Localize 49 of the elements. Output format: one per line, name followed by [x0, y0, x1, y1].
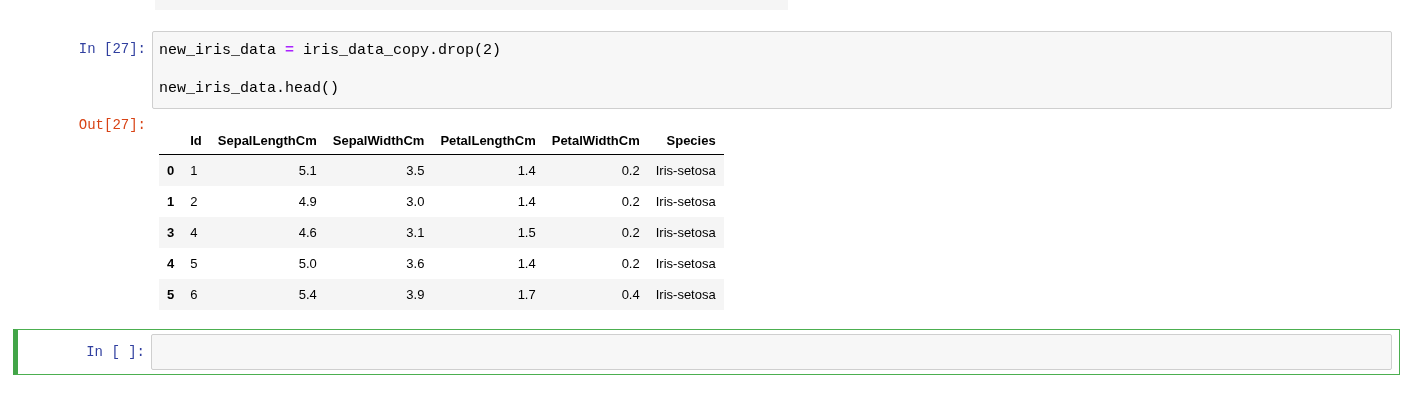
table-cell: 4.9: [209, 186, 325, 217]
table-cell: Iris-setosa: [647, 154, 724, 186]
table-cell: 0.2: [543, 154, 648, 186]
column-header: Species: [647, 127, 724, 155]
code-editor[interactable]: new_iris_data = iris_data_copy.drop(2) new_iris_data.head(): [152, 31, 1392, 109]
table-cell: 1.5: [432, 217, 544, 248]
table-cell: 0.2: [543, 217, 648, 248]
table-cell: 2: [182, 186, 210, 217]
table-cell: 1.4: [432, 154, 544, 186]
table-cell: 3.6: [324, 248, 433, 279]
table-cell: 3.5: [324, 154, 433, 186]
input-prompt: In [ ]:: [85, 343, 146, 360]
table-cell: 6: [182, 279, 210, 310]
table-cell: 0.4: [543, 279, 648, 310]
table-cell: Iris-setosa: [647, 186, 724, 217]
code-editor[interactable]: [151, 334, 1392, 370]
table-cell: 4: [182, 217, 210, 248]
table-cell: Iris-setosa: [647, 217, 724, 248]
column-header: PetalWidthCm: [543, 127, 648, 155]
table-cell: 3.0: [324, 186, 433, 217]
table-cell: 0.2: [543, 186, 648, 217]
table-cell: 1.4: [432, 186, 544, 217]
table-cell: 1: [182, 154, 210, 186]
table-cell: 1.4: [432, 248, 544, 279]
column-header: SepalLengthCm: [209, 127, 325, 155]
table-cell: 5.4: [209, 279, 325, 310]
table-cell: 0.2: [543, 248, 648, 279]
column-header: SepalWidthCm: [324, 127, 433, 155]
table-cell: 1.7: [432, 279, 544, 310]
table-cell: 4.6: [209, 217, 325, 248]
table-cell: 3.1: [324, 217, 433, 248]
table-cell: Iris-setosa: [647, 279, 724, 310]
code-line: new_iris_data = iris_data_copy.drop(2): [159, 41, 503, 61]
table-cell: 5.1: [209, 154, 325, 186]
table-cell: Iris-setosa: [647, 248, 724, 279]
code-cell[interactable]: In [ ]:: [13, 329, 1400, 375]
output-prompt: Out[27]:: [77, 116, 147, 133]
column-header: Id: [182, 127, 210, 155]
table-cell: 5.0: [209, 248, 325, 279]
column-header: PetalLengthCm: [432, 127, 544, 155]
row-index: 4: [159, 248, 183, 279]
table-cell: 5: [182, 248, 210, 279]
table-cell: 3.9: [324, 279, 433, 310]
code-line: new_iris_data.head(): [159, 79, 341, 99]
input-prompt: In [27]:: [77, 40, 147, 57]
row-index: 0: [159, 154, 183, 186]
row-index: 3: [159, 217, 183, 248]
row-index: 5: [159, 279, 183, 310]
row-index: 1: [159, 186, 183, 217]
